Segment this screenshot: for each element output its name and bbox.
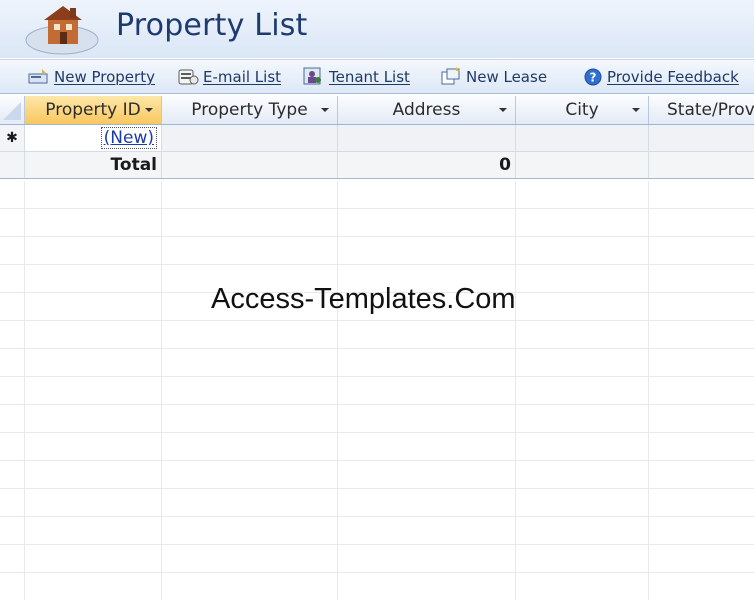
total-state-prov-cell: [649, 152, 754, 178]
tenant-list-label: Tenant List: [329, 68, 410, 86]
chevron-down-icon[interactable]: [321, 108, 329, 112]
email-list-label: E-mail List: [203, 68, 282, 86]
new-property-button[interactable]: New Property: [28, 65, 155, 89]
new-lease-button[interactable]: New Lease: [440, 65, 547, 89]
column-header-property-type[interactable]: Property Type: [162, 96, 338, 124]
toolbar: New Property E-mail List Tenant List New…: [0, 59, 754, 94]
email-list-button[interactable]: E-mail List: [177, 65, 281, 89]
grid-line: [648, 181, 649, 600]
total-property-type-cell: [162, 152, 338, 178]
house-icon: [25, 6, 99, 55]
grid-line: [0, 432, 754, 433]
new-property-icon: [28, 69, 48, 84]
grid-line: [0, 544, 754, 545]
page-title: Property List: [116, 8, 308, 43]
grid-line: [0, 516, 754, 517]
total-row-selector: [0, 152, 25, 178]
new-record-icon: ✱: [6, 130, 18, 146]
column-label: Address: [392, 100, 461, 120]
property-type-cell[interactable]: [162, 125, 338, 151]
grid-line: [0, 572, 754, 573]
column-label: City: [565, 100, 599, 120]
grid-line: [0, 404, 754, 405]
svg-text:?: ?: [590, 71, 597, 85]
city-cell[interactable]: [516, 125, 649, 151]
column-label: Property Type: [191, 100, 308, 120]
datasheet: Property ID Property Type Address City S…: [0, 96, 754, 600]
chevron-down-icon[interactable]: [632, 108, 640, 112]
total-label: Total: [110, 155, 157, 175]
new-record-row[interactable]: ✱ (New): [0, 125, 754, 152]
grid-line: [0, 488, 754, 489]
column-header-city[interactable]: City: [516, 96, 649, 124]
grid-line: [0, 348, 754, 349]
column-header-property-id[interactable]: Property ID: [25, 96, 162, 124]
grid-line: [337, 181, 338, 600]
watermark-text: Access-Templates.Com: [211, 283, 516, 315]
tenant-list-button[interactable]: Tenant List: [303, 65, 410, 89]
select-all-icon: [3, 102, 21, 120]
grid-line: [0, 264, 754, 265]
column-header-address[interactable]: Address: [338, 96, 516, 124]
column-header-row: Property ID Property Type Address City S…: [0, 96, 754, 125]
new-record-link[interactable]: (New): [100, 127, 157, 149]
property-id-cell[interactable]: (New): [25, 125, 162, 151]
column-label: State/Prov: [667, 100, 754, 120]
grid-line: [0, 460, 754, 461]
chevron-down-icon[interactable]: [499, 108, 507, 112]
grid-line: [161, 181, 162, 600]
new-lease-icon: [441, 67, 460, 85]
column-label: Property ID: [45, 100, 141, 120]
column-header-state-prov[interactable]: State/Prov: [649, 96, 754, 124]
empty-datasheet-area: [0, 181, 754, 600]
chevron-down-icon[interactable]: [145, 108, 153, 112]
grid-line: [0, 320, 754, 321]
provide-feedback-label: Provide Feedback: [607, 68, 739, 86]
email-icon: [178, 69, 199, 85]
state-prov-cell[interactable]: [649, 125, 754, 151]
tenant-icon: [303, 67, 321, 85]
form-header: Property List: [0, 0, 754, 58]
total-city-cell: [516, 152, 649, 178]
grid-line: [0, 376, 754, 377]
total-address-value: 0: [499, 155, 511, 175]
total-label-cell: Total: [25, 152, 162, 178]
total-row: Total 0: [0, 152, 754, 179]
address-cell[interactable]: [338, 125, 516, 151]
grid-line: [515, 181, 516, 600]
new-property-label: New Property: [54, 68, 155, 86]
grid-line: [0, 208, 754, 209]
total-address-cell[interactable]: 0: [338, 152, 516, 178]
help-icon: ?: [584, 68, 602, 86]
grid-line: [0, 236, 754, 237]
select-all-corner[interactable]: [0, 96, 25, 124]
record-selector[interactable]: ✱: [0, 125, 25, 151]
provide-feedback-button[interactable]: ? Provide Feedback: [583, 65, 739, 89]
grid-line: [24, 181, 25, 600]
new-lease-label: New Lease: [466, 68, 548, 86]
